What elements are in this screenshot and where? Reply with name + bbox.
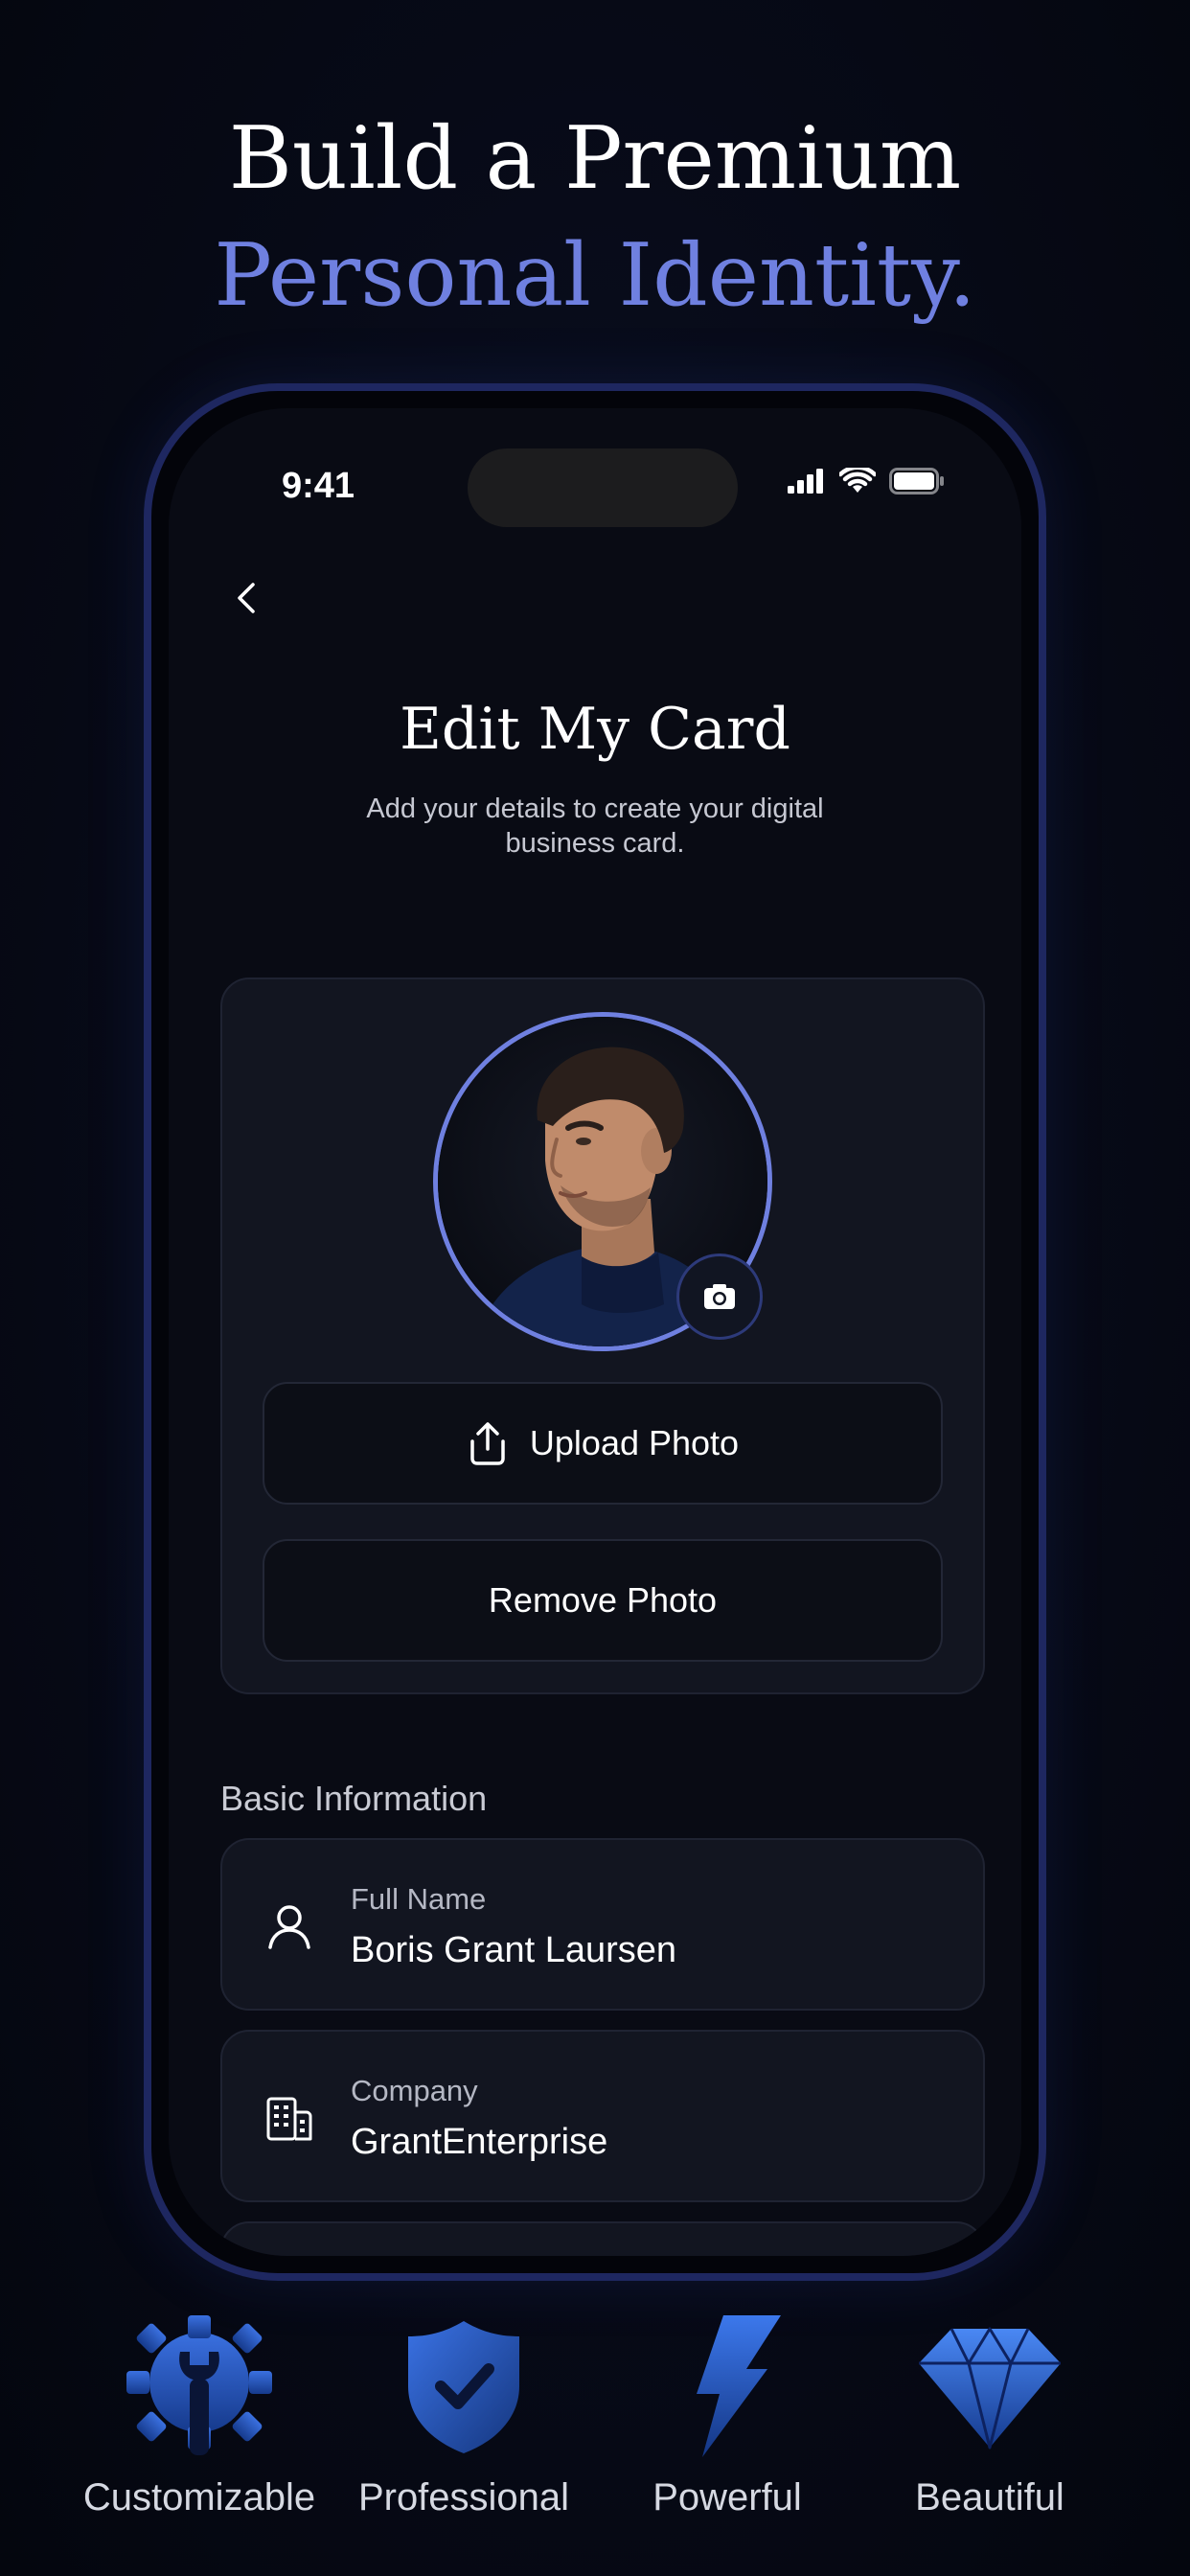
feature-row: Customizable Professional Powerful Beaut… [0,2310,1190,2540]
remove-photo-label: Remove Photo [488,1580,718,1620]
feature-customizable: Customizable [60,2310,338,2519]
camera-icon [704,1284,735,1309]
company-value: GrantEnterprise [351,2122,608,2162]
feature-powerful-label: Powerful [652,2476,802,2518]
diamond-icon [919,2327,1061,2450]
change-photo-button[interactable] [676,1254,763,1340]
dynamic-island [468,448,738,527]
section-label-basic-info: Basic Information [220,1779,488,1818]
photo-card: Upload Photo Remove Photo [220,978,985,1694]
full-name-label: Full Name [351,1882,487,1916]
upload-photo-label: Upload Photo [529,1423,740,1462]
battery-icon [889,468,944,494]
lightning-icon [697,2315,781,2457]
page-title: Edit My Card [400,696,790,763]
feature-professional: Professional [325,2310,603,2519]
feature-beautiful-label: Beautiful [915,2476,1064,2518]
company-field[interactable]: Company GrantEnterprise [220,2030,985,2202]
upload-photo-button[interactable]: Upload Photo [263,1382,943,1505]
shield-check-icon [408,2321,519,2453]
back-chevron-icon[interactable] [228,579,266,617]
headline-line1: Build a Premium [228,108,962,209]
headline-line2: Personal Identity. [214,225,976,326]
user-icon [268,1905,310,1949]
status-time: 9:41 [282,466,355,506]
feature-customizable-label: Customizable [82,2476,316,2518]
upload-icon [470,1422,505,1465]
phone-screen: 9:41 Edit My Card Add your details to cr… [169,408,1021,2256]
headline: Build a Premium Personal Identity. [0,101,1190,334]
next-field-partial[interactable] [220,2221,985,2256]
cellular-signal-icon [788,469,823,494]
wifi-icon [839,468,876,493]
phone-frame: 9:41 Edit My Card Add your details to cr… [144,383,1046,2281]
feature-professional-label: Professional [357,2476,570,2518]
building-icon [266,2097,312,2141]
full-name-field[interactable]: Full Name Boris Grant Laursen [220,1838,985,2011]
status-icons [788,468,945,494]
remove-photo-button[interactable]: Remove Photo [263,1539,943,1662]
gear-wrench-icon [126,2315,272,2455]
feature-powerful: Powerful [588,2310,866,2519]
feature-beautiful: Beautiful [851,2310,1129,2519]
page-subtitle: Add your details to create your digital … [366,794,824,859]
company-label: Company [351,2074,478,2107]
full-name-value: Boris Grant Laursen [351,1930,677,1970]
